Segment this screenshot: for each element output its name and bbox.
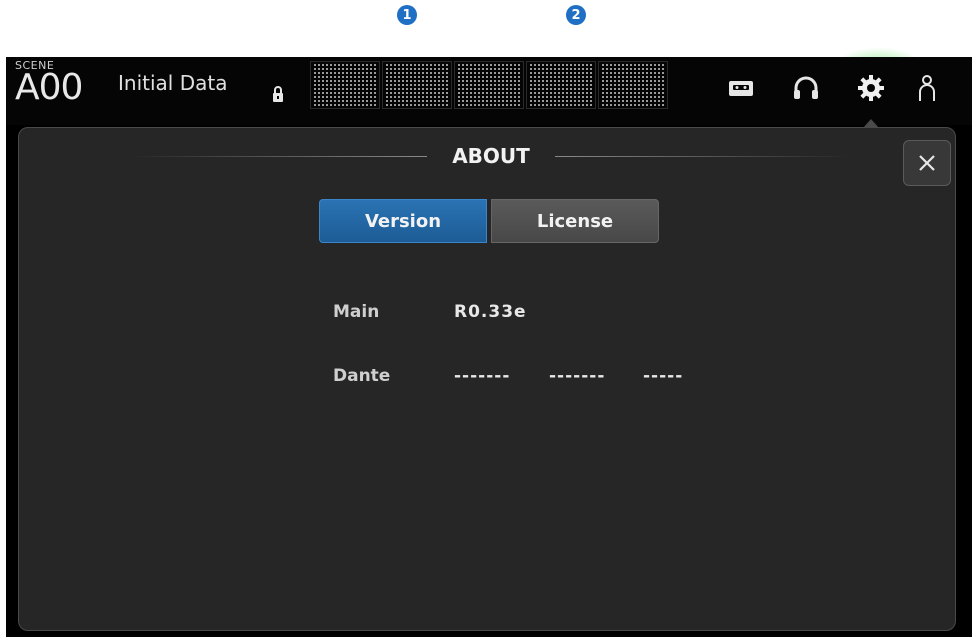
- gear-icon[interactable]: [856, 73, 886, 103]
- callout-1: 1: [397, 5, 417, 25]
- callout-2: 2: [566, 5, 586, 25]
- close-button[interactable]: [903, 140, 951, 186]
- user-icon[interactable]: [912, 73, 942, 103]
- dante-label: Dante: [333, 366, 391, 386]
- scene-title[interactable]: Initial Data: [118, 71, 227, 95]
- meter-group: [382, 61, 452, 109]
- mixer-screen: SCENE A00 Initial Data ABOUT Version Lic…: [6, 47, 972, 637]
- level-meters[interactable]: [310, 61, 676, 109]
- meter-group: [454, 61, 524, 109]
- dialog-header: ABOUT: [131, 142, 851, 170]
- main-version-value: R0.33e: [454, 302, 527, 322]
- dante-version-value-2: -------: [549, 366, 606, 386]
- scene-number[interactable]: A00: [15, 67, 83, 108]
- tab-license[interactable]: License: [491, 199, 659, 243]
- main-label: Main: [333, 302, 380, 322]
- dante-version-value-3: -----: [643, 366, 684, 386]
- top-bar: SCENE A00 Initial Data: [6, 57, 972, 125]
- title-divider-right: [555, 156, 851, 157]
- lock-icon[interactable]: [272, 85, 284, 103]
- tab-version[interactable]: Version: [319, 199, 487, 243]
- dante-version-value-1: -------: [454, 366, 511, 386]
- close-icon: [919, 155, 935, 171]
- about-dialog: ABOUT Version License Main R0.33e Dante …: [18, 127, 956, 631]
- meter-group: [310, 61, 380, 109]
- meter-group: [598, 61, 668, 109]
- recorder-icon[interactable]: [726, 73, 756, 103]
- meter-group: [526, 61, 596, 109]
- headphones-icon[interactable]: [791, 73, 821, 103]
